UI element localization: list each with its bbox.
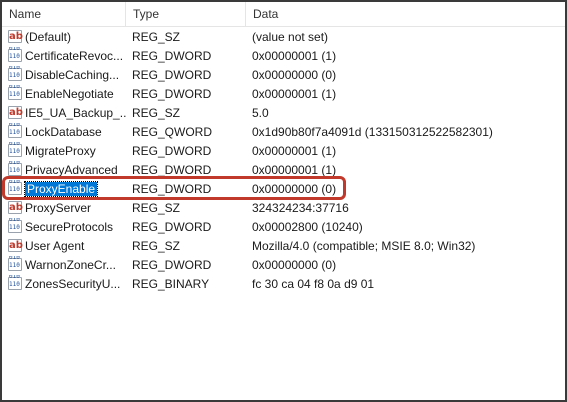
value-type: REG_DWORD (132, 144, 212, 158)
value-name-cell: PrivacyAdvanced (8, 161, 126, 180)
value-name-cell: ZonesSecurityU... (8, 275, 126, 294)
value-name: PrivacyAdvanced (25, 163, 118, 177)
value-data: 0x1d90b80f7a4091d (133150312522582301) (252, 125, 493, 139)
value-data: 0x00000000 (0) (252, 258, 337, 272)
registry-value-row[interactable]: IE5_UA_Backup_... REG_SZ 5.0 (2, 104, 565, 123)
value-name: ZonesSecurityU... (25, 277, 121, 291)
binary-value-icon (8, 275, 22, 290)
binary-value-icon (8, 142, 22, 157)
registry-value-row[interactable]: DisableCaching... REG_DWORD 0x00000000 (0) (2, 66, 565, 85)
binary-value-icon (8, 218, 22, 233)
value-data: 324324234:37716 (252, 201, 349, 215)
value-type: REG_DWORD (132, 87, 212, 101)
value-name: User Agent (25, 239, 85, 253)
binary-value-icon (8, 180, 22, 195)
binary-value-icon (8, 85, 22, 100)
registry-value-row[interactable]: WarnonZoneCr... REG_DWORD 0x00000000 (0) (2, 256, 565, 275)
value-name: (Default) (25, 30, 72, 44)
string-value-icon (8, 28, 23, 46)
value-data: fc 30 ca 04 f8 0a d9 01 (252, 277, 375, 291)
value-data: 0x00000000 (0) (252, 182, 337, 196)
registry-value-row[interactable]: User Agent REG_SZ Mozilla/4.0 (compatible;… (2, 237, 565, 256)
registry-values-pane: Name Type Data (Default) REG_SZ (value not… (0, 0, 567, 402)
value-name-cell: CertificateRevoc... (8, 47, 126, 66)
value-type: REG_DWORD (132, 163, 212, 177)
value-name-cell: ProxyServer (8, 199, 126, 218)
value-data: 0x00000001 (1) (252, 163, 337, 177)
binary-value-icon (8, 123, 22, 138)
value-name-cell: DisableCaching... (8, 66, 126, 85)
value-name-cell: MigrateProxy (8, 142, 126, 161)
value-data: 0x00000000 (0) (252, 68, 337, 82)
value-name-cell: ProxyEnable (8, 180, 126, 199)
value-type: REG_SZ (132, 30, 181, 44)
registry-value-row[interactable]: CertificateRevoc... REG_DWORD 0x00000001 (… (2, 47, 565, 66)
binary-value-icon (8, 256, 22, 271)
value-name-cell: (Default) (8, 28, 126, 47)
string-value-icon (8, 237, 23, 255)
value-data: 5.0 (252, 106, 269, 120)
registry-value-row[interactable]: ProxyEnable REG_DWORD 0x00000000 (0) (2, 180, 565, 199)
value-name: IE5_UA_Backup_... (25, 106, 126, 120)
value-data: 0x00002800 (10240) (252, 220, 363, 234)
registry-value-row[interactable]: ZonesSecurityU... REG_BINARY fc 30 ca 04 f… (2, 275, 565, 294)
registry-value-row[interactable]: LockDatabase REG_QWORD 0x1d90b80f7a4091d (… (2, 123, 565, 142)
value-name-cell: EnableNegotiate (8, 85, 126, 104)
binary-value-icon (8, 66, 22, 81)
value-type: REG_DWORD (132, 182, 212, 196)
value-name: CertificateRevoc... (25, 49, 124, 63)
registry-value-row[interactable]: SecureProtocols REG_DWORD 0x00002800 (1024… (2, 218, 565, 237)
value-data: Mozilla/4.0 (compatible; MSIE 8.0; Win32… (252, 239, 476, 253)
column-header-type[interactable]: Type (126, 2, 246, 26)
value-type: REG_DWORD (132, 220, 212, 234)
value-name-cell: SecureProtocols (8, 218, 126, 237)
registry-value-row[interactable]: EnableNegotiate REG_DWORD 0x00000001 (1) (2, 85, 565, 104)
value-name: DisableCaching... (25, 68, 120, 82)
value-name: ProxyEnable (23, 181, 99, 197)
registry-values-list: (Default) REG_SZ (value not set) Certificat… (2, 28, 565, 294)
value-name-cell: User Agent (8, 237, 126, 256)
column-header-name[interactable]: Name (2, 2, 126, 26)
value-data: 0x00000001 (1) (252, 87, 337, 101)
value-data: 0x00000001 (1) (252, 49, 337, 63)
value-type: REG_SZ (132, 106, 181, 120)
value-name-cell: IE5_UA_Backup_... (8, 104, 126, 123)
binary-value-icon (8, 47, 22, 62)
value-name: ProxyServer (25, 201, 92, 215)
value-type: REG_DWORD (132, 68, 212, 82)
value-name-cell: LockDatabase (8, 123, 126, 142)
value-type: REG_SZ (132, 201, 181, 215)
value-name: EnableNegotiate (25, 87, 114, 101)
registry-value-row[interactable]: PrivacyAdvanced REG_DWORD 0x00000001 (1) (2, 161, 565, 180)
value-type: REG_DWORD (132, 49, 212, 63)
column-header: Name Type Data (2, 2, 565, 27)
registry-value-row[interactable]: ProxyServer REG_SZ 324324234:37716 (2, 199, 565, 218)
value-name: WarnonZoneCr... (25, 258, 116, 272)
value-type: REG_SZ (132, 239, 181, 253)
string-value-icon (8, 199, 23, 217)
value-type: REG_QWORD (132, 125, 213, 139)
value-name-cell: WarnonZoneCr... (8, 256, 126, 275)
value-type: REG_DWORD (132, 258, 212, 272)
string-value-icon (8, 104, 23, 122)
value-type: REG_BINARY (132, 277, 210, 291)
value-data: 0x00000001 (1) (252, 144, 337, 158)
value-data: (value not set) (252, 30, 329, 44)
value-name: SecureProtocols (25, 220, 114, 234)
value-name: LockDatabase (25, 125, 102, 139)
registry-value-row[interactable]: (Default) REG_SZ (value not set) (2, 28, 565, 47)
column-header-data[interactable]: Data (246, 2, 565, 26)
binary-value-icon (8, 161, 22, 176)
registry-value-row[interactable]: MigrateProxy REG_DWORD 0x00000001 (1) (2, 142, 565, 161)
value-name: MigrateProxy (25, 144, 96, 158)
